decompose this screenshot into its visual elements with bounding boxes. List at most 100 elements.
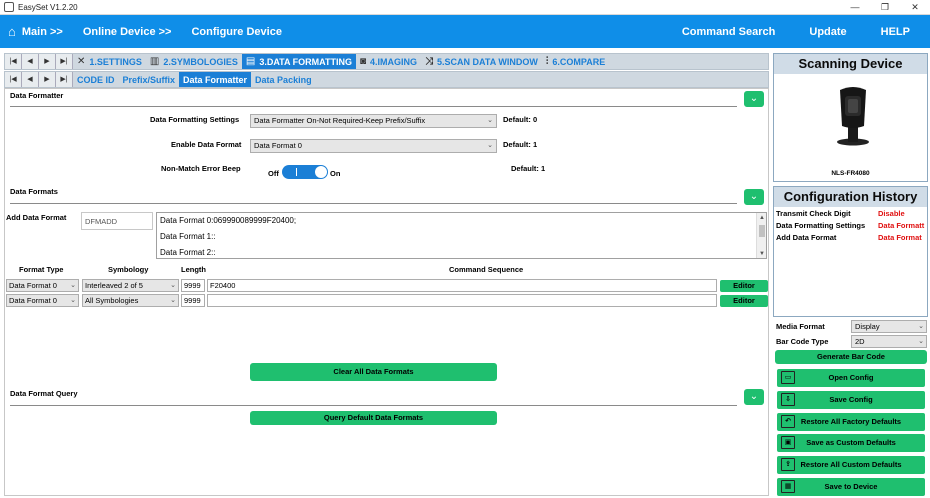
save-custom-icon: ▣ xyxy=(781,436,795,449)
tab-first-arrow[interactable]: |◀ xyxy=(5,54,22,69)
section-title-data-formats: Data Formats xyxy=(10,187,58,196)
subtab-prefix-suffix[interactable]: Prefix/Suffix xyxy=(119,72,180,87)
command-sequence-input[interactable] xyxy=(207,294,717,307)
subtab-data-formatter[interactable]: Data Formatter xyxy=(179,72,252,87)
barcode-type-select[interactable]: 2D ⌄ xyxy=(851,335,927,348)
list-item: Data Format 2:: xyxy=(160,248,216,257)
close-button[interactable]: ✕ xyxy=(900,0,930,15)
restore-button[interactable]: ❐ xyxy=(870,0,900,15)
generate-bar-code-button[interactable]: Generate Bar Code xyxy=(775,350,927,364)
chevron-down-icon: ⌄ xyxy=(170,282,176,289)
scroll-down-icon[interactable]: ▼ xyxy=(757,251,766,257)
symbology-select[interactable]: Interleaved 2 of 5 ⌄ xyxy=(82,279,179,292)
restore-custom-icon: ⇪ xyxy=(781,458,795,471)
collapse-data-formatter-button[interactable]: ⌄ xyxy=(744,91,764,107)
enable-data-format-select[interactable]: Data Format 0 ⌄ xyxy=(250,139,497,153)
barcode-icon: ▥ xyxy=(149,56,160,67)
shuffle-icon: ⤨ xyxy=(425,56,434,67)
enable-format-default: Default: 1 xyxy=(503,140,538,149)
add-data-format-input[interactable]: DFMADD xyxy=(81,212,153,230)
chevron-down-icon: ⌄ xyxy=(918,323,924,330)
error-beep-toggle[interactable] xyxy=(282,165,328,179)
length-input[interactable]: 9999 xyxy=(181,294,205,307)
tab-imaging[interactable]: ◙ 4.IMAGING xyxy=(356,54,421,69)
enable-format-label: Enable Data Format xyxy=(171,140,242,149)
header-symbology: Symbology xyxy=(108,265,149,274)
toggle-knob xyxy=(315,166,327,178)
media-format-select[interactable]: Display ⌄ xyxy=(851,320,927,333)
chevron-down-icon: ⌄ xyxy=(487,142,493,149)
data-formatter-panel: Data Formatter ⌄ Data Formatting Setting… xyxy=(4,88,769,496)
collapse-data-formats-button[interactable]: ⌄ xyxy=(744,189,764,205)
symbology-select[interactable]: All Symbologies ⌄ xyxy=(82,294,179,307)
subtab-last-arrow[interactable]: ▶| xyxy=(56,72,73,87)
nav-help[interactable]: HELP xyxy=(881,26,910,38)
chevron-down-icon: ⌄ xyxy=(70,297,76,304)
tab-prev-arrow[interactable]: ◀ xyxy=(22,54,39,69)
nav-configure-device[interactable]: Configure Device xyxy=(191,26,281,38)
main-tab-bar: |◀ ◀ ▶ ▶| ✕ 1.SETTINGS ▥ 2.SYMBOLOGIES ▤ 3.… xyxy=(4,53,769,70)
command-sequence-input[interactable]: F20400 xyxy=(207,279,717,292)
history-row: Transmit Check Digit Disable xyxy=(776,209,905,218)
nav-online-device[interactable]: Online Device >> xyxy=(83,26,172,38)
nav-update[interactable]: Update xyxy=(809,26,846,38)
editor-button[interactable]: Editor xyxy=(720,295,768,307)
minimize-button[interactable]: — xyxy=(840,0,870,15)
barcode-type-label: Bar Code Type xyxy=(776,337,829,346)
restore-custom-defaults-button[interactable]: ⇪ Restore All Custom Defaults xyxy=(777,456,925,474)
editor-button[interactable]: Editor xyxy=(720,280,768,292)
subtab-first-arrow[interactable]: |◀ xyxy=(5,72,22,87)
window-title: EasySet V1.2.20 xyxy=(18,2,78,12)
scanning-device-title: Scanning Device xyxy=(774,54,927,74)
tab-compare[interactable]: ⫶ 6.COMPARE xyxy=(542,54,609,69)
window-titlebar: EasySet V1.2.20 — ❐ ✕ xyxy=(0,0,930,15)
beep-on-label: On xyxy=(330,169,341,178)
tab-scan-data-window[interactable]: ⤨ 5.SCAN DATA WINDOW xyxy=(421,54,542,69)
subtab-code-id[interactable]: CODE ID xyxy=(73,72,119,87)
error-beep-default: Default: 1 xyxy=(511,164,546,173)
section-divider xyxy=(10,106,737,107)
tab-symbologies[interactable]: ▥ 2.SYMBOLOGIES xyxy=(146,54,242,69)
format-type-select[interactable]: Data Format 0 ⌄ xyxy=(6,294,79,307)
save-config-button[interactable]: ⇩ Save Config xyxy=(777,391,925,409)
chevron-down-icon: ⌄ xyxy=(918,338,924,345)
save-to-device-button[interactable]: ▦ Save to Device xyxy=(777,478,925,496)
list-item: Data Format 0:069990089999F20400; xyxy=(160,216,297,225)
device-name: NLS-FR4080 xyxy=(831,170,870,177)
media-format-label: Media Format xyxy=(776,322,825,331)
format-type-select[interactable]: Data Format 0 ⌄ xyxy=(6,279,79,292)
restore-icon: ↶ xyxy=(781,415,795,428)
device-save-icon: ▦ xyxy=(781,480,795,493)
header-format-type: Format Type xyxy=(19,265,64,274)
tab-data-formatting[interactable]: ▤ 3.DATA FORMATTING xyxy=(241,54,356,69)
scroll-thumb[interactable] xyxy=(759,225,765,237)
save-icon: ⇩ xyxy=(781,393,795,406)
chevron-down-icon: ⌄ xyxy=(749,191,759,202)
sliders-icon: ⫶ xyxy=(545,56,549,67)
settings-label: Data Formatting Settings xyxy=(150,115,240,124)
nav-main[interactable]: Main >> xyxy=(22,26,63,38)
app-icon xyxy=(4,2,14,12)
scrollbar[interactable]: ▲ ▼ xyxy=(756,213,766,258)
tab-settings[interactable]: ✕ 1.SETTINGS xyxy=(73,54,146,69)
subtab-data-packing[interactable]: Data Packing xyxy=(251,72,316,87)
subtab-prev-arrow[interactable]: ◀ xyxy=(22,72,39,87)
query-default-data-formats-button[interactable]: Query Default Data Formats xyxy=(250,411,497,425)
home-icon[interactable]: ⌂ xyxy=(8,24,16,39)
nav-command-search[interactable]: Command Search xyxy=(682,26,776,38)
open-config-button[interactable]: ▭ Open Config xyxy=(777,369,925,387)
restore-factory-defaults-button[interactable]: ↶ Restore All Factory Defaults xyxy=(777,413,925,431)
chevron-down-icon: ⌄ xyxy=(487,117,493,124)
clear-all-data-formats-button[interactable]: Clear All Data Formats xyxy=(250,363,497,381)
data-formats-list[interactable]: Data Format 0:069990089999F20400; Data F… xyxy=(156,212,767,259)
save-custom-defaults-button[interactable]: ▣ Save as Custom Defaults xyxy=(777,434,925,452)
data-formatting-settings-select[interactable]: Data Formatter On-Not Required-Keep Pref… xyxy=(250,114,497,128)
collapse-query-button[interactable]: ⌄ xyxy=(744,389,764,405)
chevron-down-icon: ⌄ xyxy=(749,93,759,104)
tab-last-arrow[interactable]: ▶| xyxy=(56,54,73,69)
length-input[interactable]: 9999 xyxy=(181,279,205,292)
scroll-up-icon[interactable]: ▲ xyxy=(757,215,766,221)
tab-next-arrow[interactable]: ▶ xyxy=(39,54,56,69)
subtab-next-arrow[interactable]: ▶ xyxy=(39,72,56,87)
header-length: Length xyxy=(181,265,206,274)
